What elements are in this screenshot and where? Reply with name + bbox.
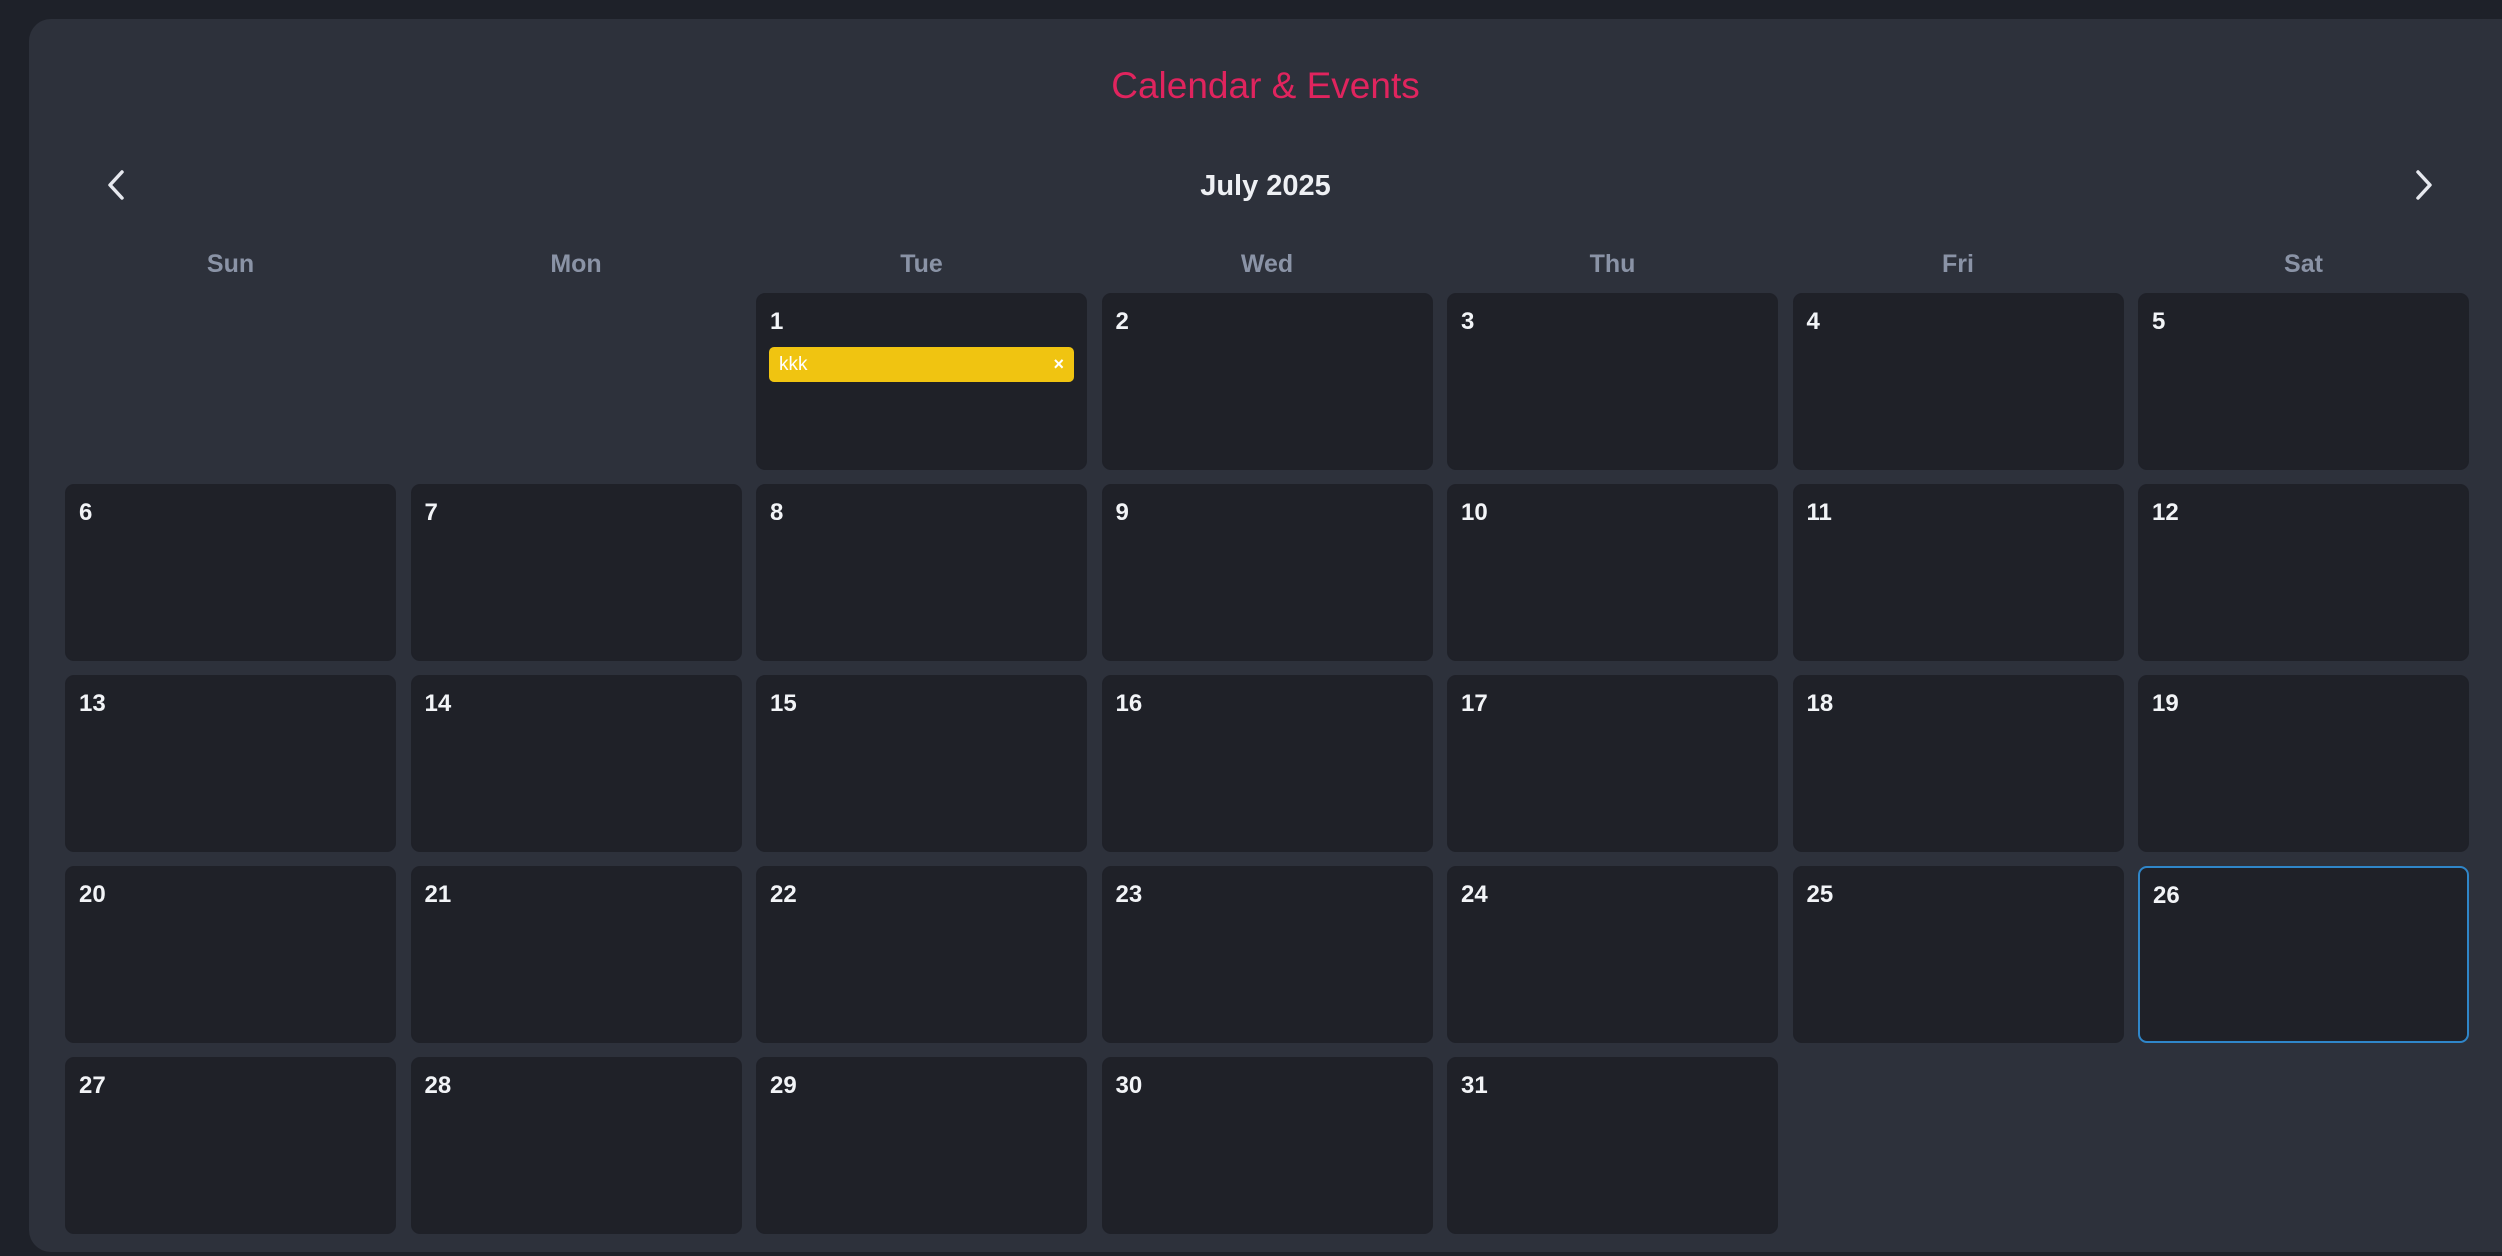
calendar-panel: Calendar & Events July 2025 Sun Mon Tue … [29,19,2502,1252]
day-number: 16 [1115,690,1143,717]
day-number: 31 [1461,1072,1488,1099]
page-title: Calendar & Events [1111,65,1420,106]
day-cell[interactable]: 30 [1101,1057,1433,1234]
day-number: 21 [424,881,452,908]
day-cell[interactable]: 7 [410,484,742,661]
remove-event-icon[interactable]: × [1053,354,1064,375]
day-number: 17 [1461,690,1488,717]
day-cell[interactable]: 2 [1101,293,1433,470]
weekday-label: Fri [1942,250,1974,278]
day-cell[interactable]: 6 [65,484,396,661]
weekday-label: Thu [1589,250,1636,278]
day-number: 3 [1461,308,1475,335]
event-chip[interactable]: kkk × [769,347,1074,382]
day-number: 27 [79,1072,106,1099]
day-number: 10 [1461,499,1488,526]
day-number: 28 [424,1072,452,1099]
day-cell[interactable]: 22 [756,866,1087,1043]
day-number: 12 [2152,499,2179,526]
day-cell[interactable]: 15 [756,675,1087,852]
day-cell[interactable]: 16 [1101,675,1433,852]
day-number: 1 [770,308,784,335]
day-cell[interactable]: 10 [1447,484,1778,661]
day-cell[interactable]: 18 [1792,675,2124,852]
day-number: 6 [79,499,93,526]
day-number: 8 [770,499,784,526]
day-cell[interactable]: 31 [1447,1057,1778,1234]
day-number: 25 [1806,881,1834,908]
day-cell[interactable]: 9 [1101,484,1433,661]
day-cell[interactable]: 13 [65,675,396,852]
day-cell[interactable]: 23 [1101,866,1433,1043]
day-cell[interactable]: 27 [65,1057,396,1234]
event-label: kkk [779,353,808,375]
day-cell[interactable]: 24 [1447,866,1778,1043]
day-number: 19 [2152,690,2179,717]
day-cell[interactable]: 19 [2138,675,2469,852]
day-cell[interactable]: 17 [1447,675,1778,852]
today-day-cell[interactable]: 26 [2138,866,2469,1043]
day-cell[interactable]: 8 [756,484,1087,661]
day-cell[interactable]: 20 [65,866,396,1043]
weekday-label: Wed [1240,250,1294,278]
day-number: 20 [79,881,106,908]
calendar-grid: 1 kkk × 2 3 4 5 6 7 8 9 10 11 12 13 14 15 16 17 18 19 20 21 22 2… [65,293,2469,1234]
day-cell[interactable]: 4 [1792,293,2124,470]
day-number: 24 [1461,881,1488,908]
day-number: 9 [1115,499,1129,526]
day-number: 11 [1806,499,1832,526]
day-number: 22 [770,881,797,908]
day-cell[interactable]: 21 [410,866,742,1043]
day-number: 23 [1115,881,1143,908]
day-cell[interactable]: 5 [2138,293,2469,470]
empty-day-cell [65,293,396,470]
day-cell[interactable]: 29 [756,1057,1087,1234]
day-number: 26 [2153,882,2180,909]
chevron-right-icon [2416,170,2432,200]
day-number: 7 [424,499,438,526]
weekday-header: Sun Mon Tue Wed Thu Fri Sat [65,246,2467,286]
day-number: 4 [1806,308,1820,335]
day-number: 15 [770,690,797,717]
day-number: 2 [1115,308,1129,335]
day-cell[interactable]: 1 kkk × [756,293,1087,470]
weekday-label: Tue [900,250,943,278]
day-cell[interactable]: 3 [1447,293,1778,470]
day-number: 13 [79,690,106,717]
weekday-label: Mon [550,250,602,278]
day-cell[interactable]: 11 [1792,484,2124,661]
empty-day-cell [411,293,742,470]
day-number: 29 [770,1072,797,1099]
next-month-button[interactable] [2400,161,2448,209]
day-number: 30 [1115,1072,1143,1099]
day-number: 18 [1806,690,1834,717]
day-number: 5 [2152,308,2166,335]
weekday-label: Sat [2284,250,2323,278]
current-month-label: July 2025 [1200,170,1331,202]
day-cell[interactable]: 25 [1792,866,2124,1043]
day-cell[interactable]: 14 [410,675,742,852]
day-cell[interactable]: 28 [410,1057,742,1234]
weekday-label: Sun [206,250,255,278]
day-number: 14 [424,690,452,717]
day-cell[interactable]: 12 [2138,484,2469,661]
